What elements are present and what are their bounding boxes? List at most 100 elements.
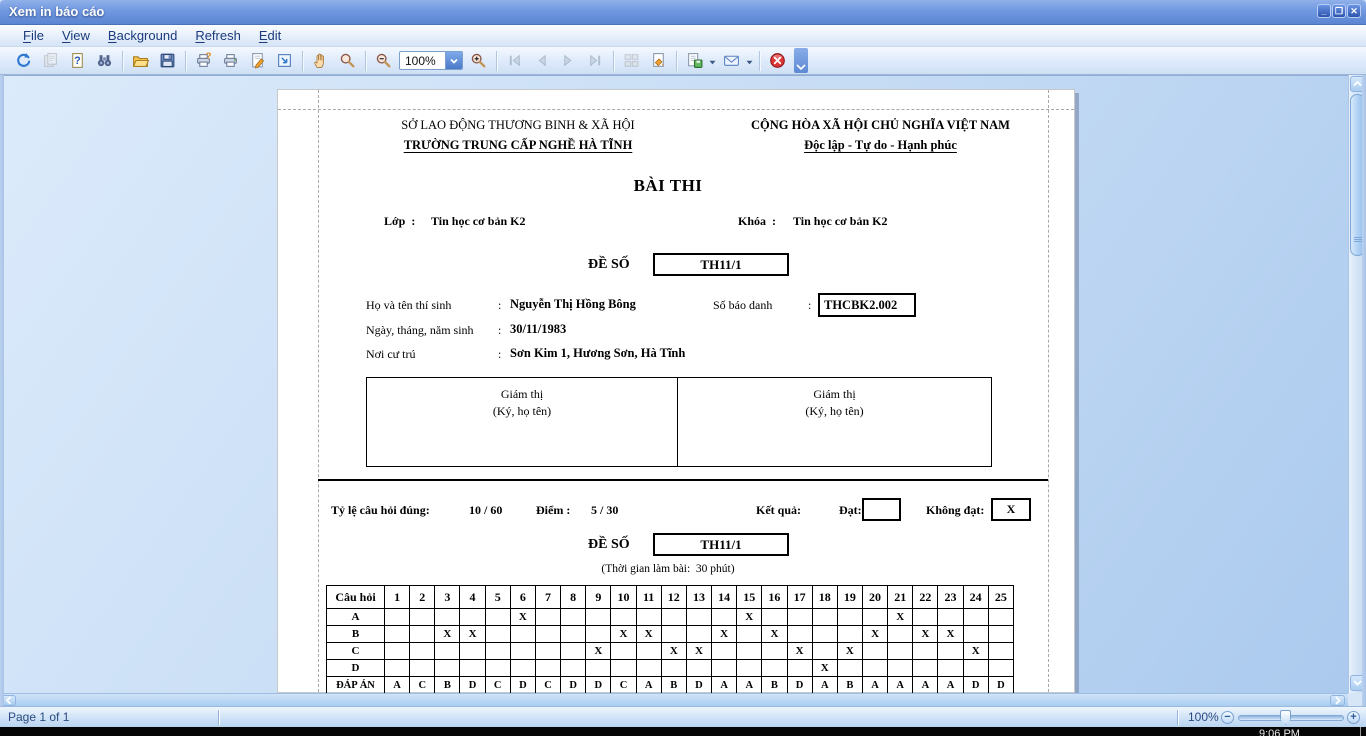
student-name-label: Họ và tên thí sinh [366,298,451,313]
title-bar: Xem in báo cáo _ ❐ ✕ [0,0,1366,25]
next-page-icon [556,49,581,73]
answer-table-cell [485,660,510,677]
sbd-box: THCBK2.002 [818,293,916,317]
fail-label: Không đạt: [926,503,984,518]
proctor-label: Giám thị [678,386,991,403]
answer-table-cell: 1 [385,586,410,609]
zoom-slider-thumb[interactable] [1280,710,1291,725]
course-label: Khóa : [738,214,776,229]
close-button[interactable]: ✕ [1347,4,1361,18]
export-dropdown-caret-icon[interactable] [709,52,716,70]
answer-table-cell: X [737,609,762,626]
answer-table-cell: 3 [435,586,460,609]
zoom-in-button[interactable]: + [1347,711,1360,724]
colon: : [498,347,501,362]
print-setup-icon[interactable]: ? [191,49,216,73]
minimize-button[interactable]: _ [1317,4,1331,18]
answer-table-cell: 9 [586,586,611,609]
score-label: Điểm : [536,503,570,518]
refresh-icon[interactable] [11,49,36,73]
answer-table-cell: 21 [888,586,913,609]
fit-page-icon[interactable] [272,49,297,73]
horizontal-scrollbar[interactable] [0,693,1348,706]
taskbar-sliver: 9:06 PM [0,727,1366,736]
answer-table-cell [938,643,963,660]
help-icon[interactable]: ? [65,49,90,73]
scroll-right-button[interactable] [1330,695,1345,706]
zoom-select-icon[interactable] [335,49,360,73]
answer-table-cell [535,626,560,643]
menu-background[interactable]: Background [99,25,186,47]
zoom-in-icon[interactable] [466,49,491,73]
statusbar-separator [1177,710,1178,725]
answer-table-cell: X [938,626,963,643]
answer-table-cell: 16 [762,586,787,609]
answer-table-cell [862,660,887,677]
answer-table-cell [510,626,535,643]
answer-table-cell [586,626,611,643]
answer-table-cell: C [535,677,560,694]
hand-icon[interactable] [308,49,333,73]
answer-table-cell [510,660,535,677]
pass-label: Đạt: [839,503,862,518]
background-color-icon[interactable] [646,49,671,73]
page-setup-icon[interactable] [245,49,270,73]
answer-table-cell [410,609,435,626]
menu-refresh[interactable]: Refresh [186,25,250,47]
answer-table-cell: 25 [988,586,1013,609]
zoom-combobox[interactable]: 100% [399,51,463,70]
proctor-cell-right: Giám thị (Ký, họ tên) [678,378,991,466]
toolbar-separator [613,51,614,71]
answer-table-cell [636,643,661,660]
answer-table-cell: A [385,677,410,694]
print-icon[interactable] [218,49,243,73]
answer-table-cell [485,609,510,626]
exam-code-label: ĐỀ SỐ [588,257,630,273]
save-icon[interactable] [155,49,180,73]
answer-table-cell: A [938,677,963,694]
menu-view[interactable]: View [53,25,99,47]
menu-edit[interactable]: Edit [250,25,290,47]
last-page-icon [583,49,608,73]
answer-table-cell [712,643,737,660]
chevron-down-icon[interactable] [445,52,462,69]
answer-table-cell: A [712,677,737,694]
answer-table-cell [938,609,963,626]
answer-table-cell: 20 [862,586,887,609]
answer-table-cell: B [762,677,787,694]
zoom-out-button[interactable]: − [1221,711,1234,724]
find-icon[interactable] [92,49,117,73]
toolbar-overflow-chevron-icon[interactable] [794,48,808,73]
export-icon[interactable] [682,49,707,73]
answer-table-cell [586,660,611,677]
toolbar-separator [496,51,497,71]
answer-table-cell: D [561,677,586,694]
email-dropdown-caret-icon[interactable] [746,52,753,70]
stop-icon[interactable] [765,49,790,73]
svg-text:?: ? [206,52,212,62]
answer-table-label-cell: C [327,643,385,660]
answer-table-label-cell: B [327,626,385,643]
multi-page-icon [619,49,644,73]
answer-table-cell [460,609,485,626]
answer-table-cell: 22 [913,586,938,609]
right-margin-guide [1048,90,1049,692]
proctor-sub-label: (Ký, họ tên) [367,403,677,420]
email-icon[interactable] [719,49,744,73]
exam-code-box-2: TH11/1 [653,533,789,556]
zoom-slider-track[interactable] [1238,715,1344,721]
course-value: Tin học cơ bản K2 [793,214,887,229]
answer-table: Câu hỏi123456789101112131415161718192021… [326,585,1014,693]
dob-value: 30/11/1983 [510,322,566,337]
open-icon[interactable] [128,49,153,73]
toolbar-separator [185,51,186,71]
answer-table-cell: A [812,677,837,694]
answer-table-cell [485,643,510,660]
zoom-out-icon[interactable] [371,49,396,73]
national-motto-line1: CỘNG HÒA XÃ HỘI CHỦ NGHĨA VIỆT NAM [703,115,1058,135]
restore-button[interactable]: ❐ [1332,4,1346,18]
preview-pane[interactable]: SỞ LAO ĐỘNG THƯƠNG BINH & XÃ HỘI TRƯỜNG … [0,75,1348,693]
answer-table-cell [862,609,887,626]
answer-table-cell: 14 [712,586,737,609]
menu-file[interactable]: File [14,25,53,47]
